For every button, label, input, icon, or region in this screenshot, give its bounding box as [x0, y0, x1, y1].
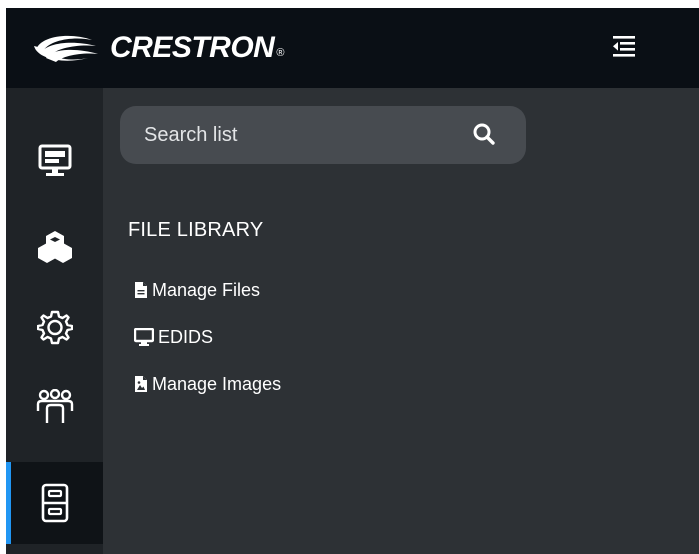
monitor-icon: [134, 328, 154, 346]
menu-item-label: Manage Images: [152, 373, 282, 394]
brand-name: CRESTRON: [110, 31, 275, 64]
file-icon: [135, 282, 147, 298]
rail-item-devices[interactable]: [6, 206, 103, 288]
menu-item-manage-files[interactable]: Manage Files: [134, 277, 260, 303]
group-icon: [36, 389, 73, 423]
menu-item-edids[interactable]: EDIDS: [134, 324, 213, 350]
registered-mark: ®: [276, 47, 285, 59]
rail-item-settings[interactable]: [6, 286, 103, 368]
section-title: FILE LIBRARY: [128, 219, 264, 241]
rail-item-file-library[interactable]: [6, 462, 103, 544]
gear-icon: [36, 310, 73, 345]
search-box: [120, 106, 526, 164]
icon-rail: [6, 88, 103, 554]
collapse-menu-icon: [613, 36, 635, 57]
rail-item-displays[interactable]: [6, 120, 103, 202]
app-frame: CRESTRON ® Search list FILE LIBRARY Mana…: [6, 8, 699, 554]
file-cabinet-icon: [41, 483, 68, 523]
search-input[interactable]: [144, 106, 444, 164]
menu-item-manage-images[interactable]: Manage Images: [134, 371, 281, 397]
collapse-menu-button[interactable]: [610, 32, 638, 62]
cubes-icon: [37, 231, 72, 263]
rail-item-users[interactable]: [6, 366, 103, 448]
menu-item-label: Manage Files: [152, 279, 261, 300]
menu-item-label: EDIDS: [158, 326, 214, 347]
monitor-icon: [38, 144, 71, 176]
image-file-icon: [135, 376, 147, 392]
crestron-logo: CRESTRON ®: [30, 28, 284, 68]
search-icon[interactable]: [472, 122, 496, 146]
top-header: CRESTRON ®: [6, 8, 699, 88]
crestron-swirl-icon: [34, 35, 98, 62]
